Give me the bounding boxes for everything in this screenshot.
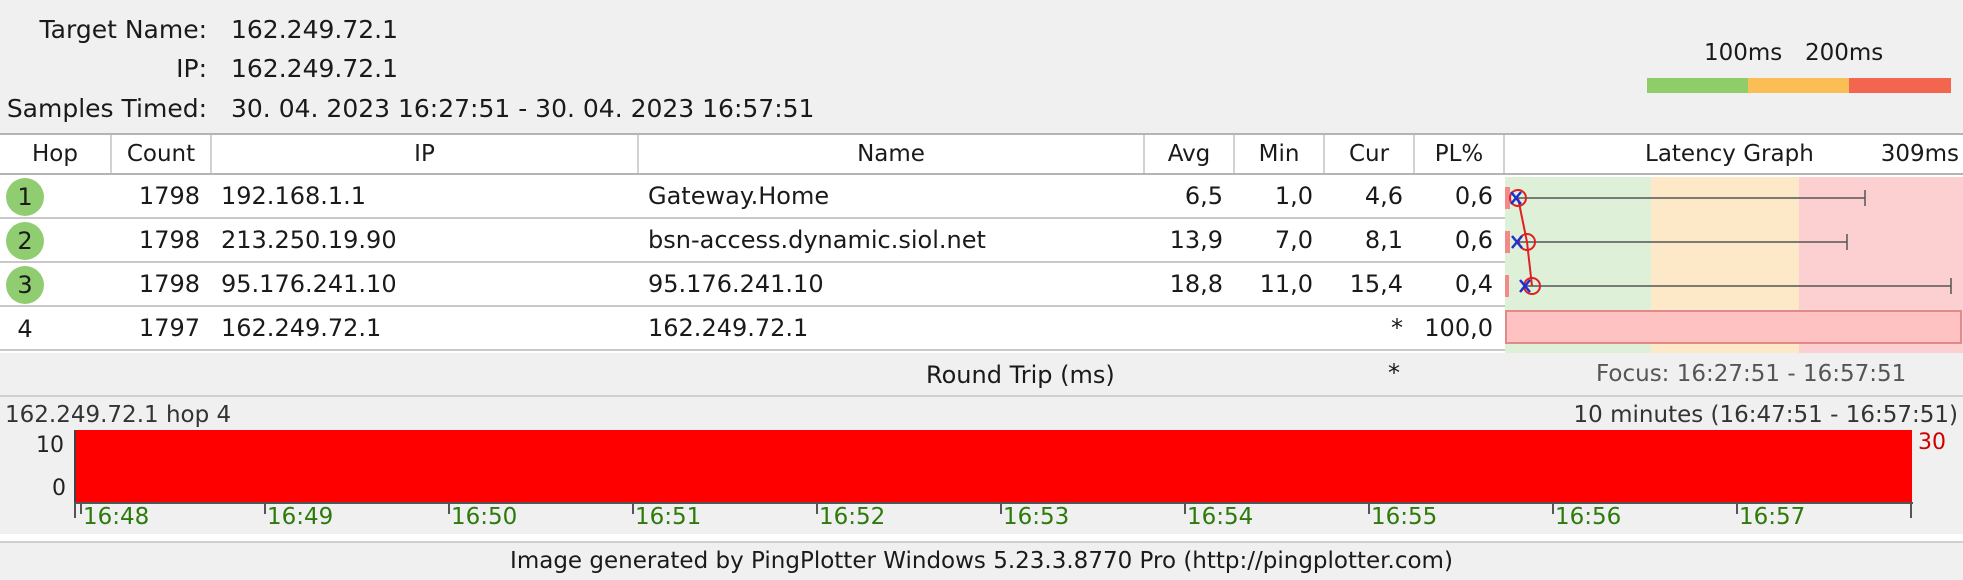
target-name-value: 162.249.72.1 — [231, 15, 398, 44]
hop-ip: 95.176.241.10 — [221, 270, 397, 298]
hop-ip: 213.250.19.90 — [221, 226, 397, 254]
timeline-title: 162.249.72.1 hop 4 — [5, 402, 232, 428]
hop-min — [1233, 307, 1313, 349]
scale-bad-bar — [1849, 78, 1951, 93]
time-tick-mark — [448, 504, 450, 514]
hop-min: 11,0 — [1259, 270, 1313, 298]
hop-number-badge: 4 — [17, 315, 33, 343]
col-header-hop[interactable]: Hop — [0, 135, 110, 173]
hop-count: 1797 — [138, 314, 200, 342]
hop-pl: 0,6 — [1454, 182, 1493, 210]
time-tick-label: 16:49 — [267, 504, 334, 530]
col-header-latency-graph[interactable]: Latency Graph 309ms — [1503, 135, 1963, 173]
time-tick-mark — [1552, 504, 1554, 514]
time-tick-label: 16:54 — [1187, 504, 1254, 530]
samples-timed-label: Samples Timed: — [6, 94, 207, 123]
time-tick-mark — [632, 504, 634, 514]
round-trip-row: Round Trip (ms) * Focus: 16:27:51 - 16:5… — [0, 353, 1963, 397]
hop-avg — [1143, 307, 1223, 349]
loss-bar-hop2 — [1505, 231, 1510, 253]
hop-ip: 162.249.72.1 — [221, 314, 382, 342]
hop-number-badge: 1 — [6, 178, 44, 216]
time-tick-mark — [816, 504, 818, 514]
hop-cur: 8,1 — [1364, 226, 1403, 254]
hop-pl: 100,0 — [1424, 314, 1493, 342]
footer-credit: Image generated by PingPlotter Windows 5… — [0, 541, 1963, 580]
round-trip-label: Round Trip (ms) — [926, 361, 1115, 389]
hop-name: 162.249.72.1 — [648, 314, 809, 342]
time-tick-label: 16:50 — [451, 504, 518, 530]
hop-timeline-graph: 162.249.72.1 hop 4 10 minutes (16:47:51 … — [0, 397, 1963, 534]
time-tick-label: 16:56 — [1555, 504, 1622, 530]
time-tick-mark — [74, 504, 76, 518]
hop-name: 95.176.241.10 — [648, 270, 824, 298]
time-tick-label: 16:55 — [1371, 504, 1438, 530]
hop-ip: 192.168.1.1 — [221, 182, 367, 210]
hop-number-badge: 2 — [6, 222, 44, 260]
col-header-min[interactable]: Min — [1233, 135, 1323, 173]
hop-pl: 0,4 — [1454, 270, 1493, 298]
time-tick-mark — [1910, 504, 1912, 518]
hop-name: bsn-access.dynamic.siol.net — [648, 226, 986, 254]
latency-graph — [1505, 177, 1963, 353]
focus-range[interactable]: Focus: 16:27:51 - 16:57:51 — [1596, 361, 1906, 387]
round-trip-cur: * — [1388, 359, 1400, 387]
col-header-avg[interactable]: Avg — [1143, 135, 1233, 173]
time-tick-label: 16:51 — [635, 504, 702, 530]
time-tick-mark — [1736, 504, 1738, 514]
col-header-pl[interactable]: PL% — [1413, 135, 1503, 173]
hop-count: 1798 — [138, 182, 200, 210]
scale-100ms-label: 100ms — [1704, 40, 1783, 66]
samples-timed-value: 30. 04. 2023 16:27:51 - 30. 04. 2023 16:… — [231, 94, 815, 123]
latency-graph-plot — [1505, 187, 1962, 344]
col-header-ip[interactable]: IP — [210, 135, 637, 173]
table-header: Hop Count IP Name Avg Min Cur PL% Latenc… — [0, 133, 1963, 175]
time-axis — [74, 502, 1913, 518]
time-tick-label: 16:52 — [819, 504, 886, 530]
scale-good-bar — [1647, 78, 1748, 93]
target-ip-label: IP: — [176, 54, 207, 83]
loss-bar-hop4 — [1505, 310, 1962, 344]
hop-pl: 0,6 — [1454, 226, 1493, 254]
loss-bar-hop3 — [1505, 275, 1509, 297]
hop-avg: 18,8 — [1169, 270, 1223, 298]
latency-scale-legend: 100ms 200ms — [1647, 38, 1951, 93]
hop-min: 1,0 — [1274, 182, 1313, 210]
hop-count: 1798 — [138, 226, 200, 254]
hop-name: Gateway.Home — [648, 182, 830, 210]
hop-cur: 4,6 — [1364, 182, 1403, 210]
y-tick-top: 10 — [36, 433, 64, 458]
hop-cur: * — [1391, 314, 1403, 342]
hop-number-badge: 3 — [6, 266, 44, 304]
latency-graph-label: Latency Graph — [1645, 141, 1814, 167]
packet-loss-area — [74, 430, 1912, 502]
y-tick-bottom: 0 — [52, 476, 66, 501]
y-max-label: 30 — [1918, 430, 1946, 455]
hop-avg: 6,5 — [1184, 182, 1223, 210]
scale-200ms-label: 200ms — [1805, 40, 1884, 66]
col-header-count[interactable]: Count — [110, 135, 210, 173]
time-tick-mark — [1368, 504, 1370, 514]
time-tick-label: 16:48 — [83, 504, 150, 530]
col-header-cur[interactable]: Cur — [1323, 135, 1413, 173]
hop-avg: 13,9 — [1169, 226, 1223, 254]
timeline-range[interactable]: 10 minutes (16:47:51 - 16:57:51) — [1574, 402, 1958, 428]
time-tick-label: 16:57 — [1739, 504, 1806, 530]
time-tick-label: 16:53 — [1003, 504, 1070, 530]
col-header-name[interactable]: Name — [637, 135, 1143, 173]
target-info-panel: Target Name: 162.249.72.1 IP: 162.249.72… — [0, 0, 1963, 133]
hop-cur: 15,4 — [1349, 270, 1403, 298]
hop-count: 1798 — [138, 270, 200, 298]
hop-min: 7,0 — [1274, 226, 1313, 254]
target-ip-value: 162.249.72.1 — [231, 54, 398, 83]
target-name-label: Target Name: — [39, 15, 207, 44]
time-tick-mark — [80, 504, 82, 514]
time-tick-mark — [1184, 504, 1186, 514]
latency-graph-max: 309ms — [1880, 141, 1959, 167]
time-tick-mark — [1000, 504, 1002, 514]
time-tick-mark — [264, 504, 266, 514]
scale-warn-bar — [1748, 78, 1849, 93]
